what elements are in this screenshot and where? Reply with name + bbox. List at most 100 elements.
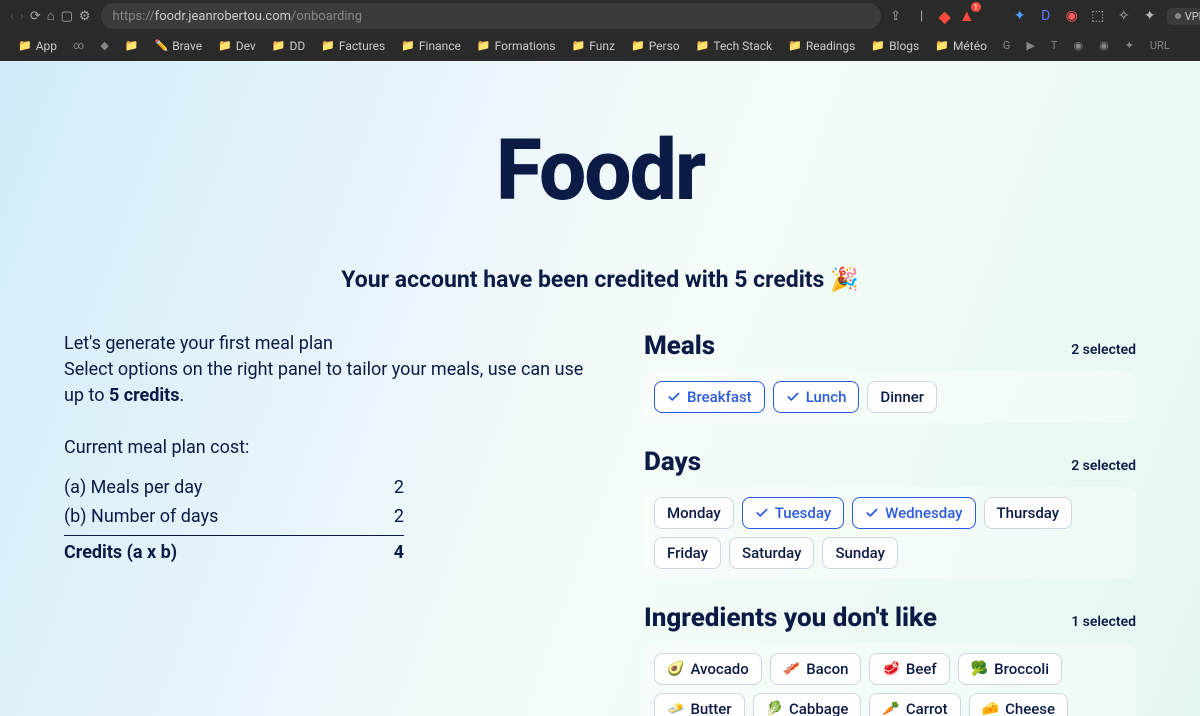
chip-label: Butter (690, 700, 731, 716)
bookmark-icon: 📁 (321, 39, 335, 52)
bookmark-label: Brave (172, 39, 202, 53)
bookmark-item[interactable]: 📁Blogs (865, 37, 925, 55)
bookmark-icon: ◉ (1073, 39, 1083, 52)
extension-icon[interactable]: D (1037, 7, 1055, 25)
chip-cheese[interactable]: 🧀Cheese (969, 693, 1068, 716)
bookmark-label: Readings (806, 39, 856, 53)
app-logo: Foodr (64, 121, 1136, 220)
chip-label: Thursday (997, 504, 1060, 522)
bookmark-icon: 📁 (401, 39, 415, 52)
bookmark-item[interactable]: 📁 Finance (395, 37, 467, 55)
chip-label: Breakfast (687, 388, 752, 406)
chrome-right: ⇪ | ◆ ▲ ✦ D ◉ ⬚ ✧ ✦ VPN Update☰ (887, 5, 1200, 27)
brave-shield-icon[interactable]: ◆ (939, 7, 951, 26)
chip-lunch[interactable]: Lunch (773, 381, 860, 413)
bookmark-item[interactable]: ▶ (1020, 37, 1040, 54)
chip-cabbage[interactable]: 🥬Cabbage (753, 693, 862, 716)
bookmark-item[interactable]: 📁Météo (929, 37, 993, 55)
selection-count: 1 selected (1071, 614, 1136, 630)
check-icon (865, 506, 879, 520)
chip-wednesday[interactable]: Wednesday (852, 497, 975, 529)
ingredient-emoji: 🥩 (882, 661, 899, 677)
extensions-menu-icon[interactable]: ⬚ (1089, 7, 1107, 25)
bookmark-item[interactable]: ◉ (1093, 37, 1115, 54)
site-settings-icon[interactable]: ⚙ (79, 7, 91, 25)
bookmark-item[interactable]: 📁App (12, 37, 63, 55)
extension-icon[interactable]: ◉ (1063, 7, 1081, 25)
bookmark-label: Tech Stack (713, 39, 772, 53)
days-chips: Monday Tuesday Wednesday Thursday Friday Satu… (644, 487, 1136, 579)
chip-label: Avocado (690, 660, 748, 678)
chip-dinner[interactable]: Dinner (867, 381, 937, 413)
chip-label: Cheese (1005, 700, 1055, 716)
chip-sunday[interactable]: Sunday (822, 537, 898, 569)
bookmark-item[interactable]: G (997, 37, 1017, 54)
bookmark-item[interactable]: ∞ (67, 37, 90, 54)
home-icon[interactable]: ⌂ (47, 7, 55, 25)
bookmark-item[interactable]: T (1045, 37, 1064, 54)
bookmark-item[interactable]: 📁Funz (566, 37, 621, 55)
chip-friday[interactable]: Friday (654, 537, 721, 569)
section-title: Days (644, 447, 701, 477)
chip-broccoli[interactable]: 🥦Broccoli (958, 653, 1062, 685)
bookmark-icon: ▶ (1026, 39, 1034, 52)
share-icon[interactable]: ⇪ (887, 7, 905, 25)
forward-icon[interactable]: › (20, 7, 24, 25)
check-icon (755, 506, 769, 520)
chip-breakfast[interactable]: Breakfast (654, 381, 765, 413)
address-bar[interactable]: https://foodr.jeanrobertou.com/onboardin… (101, 3, 881, 29)
days-section: Days 2 selected MondayTuesdayWednesdayTh… (644, 447, 1136, 579)
bookmark-label: Funz (589, 39, 615, 53)
section-title: Meals (644, 331, 715, 361)
back-icon[interactable]: ‹ (10, 7, 14, 25)
bookmark-item[interactable]: ✏️Brave (149, 37, 209, 55)
bookmark-icon: ✦ (1125, 39, 1134, 52)
bookmark-item[interactable]: 📁Dev (212, 37, 262, 55)
chip-avocado[interactable]: 🥑Avocado (654, 653, 762, 685)
ingredient-emoji: 🧈 (667, 701, 684, 716)
chip-tuesday[interactable]: Tuesday (742, 497, 844, 529)
extension-icon[interactable]: ✦ (1011, 7, 1029, 25)
bookmark-icon[interactable]: ▢ (61, 7, 73, 25)
chip-monday[interactable]: Monday (654, 497, 734, 529)
bookmark-item[interactable]: 📁Formations (471, 37, 562, 55)
bookmark-icon: ◆ (100, 39, 108, 52)
bookmark-icon: 📁 (572, 39, 586, 52)
bookmark-item[interactable]: 📁Readings (782, 37, 861, 55)
chip-thursday[interactable]: Thursday (984, 497, 1073, 529)
bookmark-item[interactable]: 📁Factures (315, 37, 391, 55)
cost-row: (b) Number of days2 (64, 502, 404, 531)
chip-butter[interactable]: 🧈 Butter (654, 693, 745, 716)
vpn-chip[interactable]: VPN (1167, 8, 1200, 25)
chip-label: Cabbage (789, 700, 848, 716)
bookmark-item[interactable]: 📁 (119, 37, 145, 54)
bookmark-icon: 📁 (871, 39, 885, 52)
bookmark-label: Finance (419, 39, 461, 53)
chip-label: Bacon (806, 660, 848, 678)
chip-label: Carrot (906, 700, 948, 716)
chip-saturday[interactable]: Saturday (729, 537, 814, 569)
chip-bacon[interactable]: 🥓Bacon (770, 653, 862, 685)
chip-label: Sunday (835, 544, 885, 562)
bookmark-item[interactable]: 📁DD (266, 37, 311, 55)
bookmark-icon: G (1003, 39, 1011, 52)
extension-icon[interactable]: ✧ (1115, 7, 1133, 25)
bookmark-item[interactable]: URL (1144, 37, 1176, 54)
bookmark-item[interactable]: 📁Tech Stack (690, 37, 778, 55)
section-title: Ingredients you don't like (644, 603, 937, 633)
bookmark-icon: 📁 (218, 39, 232, 52)
reload-icon[interactable]: ⟳ (30, 7, 41, 25)
bookmark-item[interactable]: ◉ (1067, 37, 1089, 54)
chip-carrot[interactable]: 🥕Carrot (869, 693, 960, 716)
chip-label: Friday (667, 544, 708, 562)
chip-label: Tuesday (775, 504, 831, 522)
bookmark-label: Formations (495, 39, 556, 53)
bookmark-item[interactable]: 📁Perso (625, 37, 686, 55)
browser-chrome: ‹ › ⟳ ⌂ ▢ ⚙ https://foodr.jeanrobertou.c… (0, 0, 1200, 61)
bookmark-item[interactable]: ◆ (94, 37, 114, 54)
extension-icon[interactable]: ✦ (1141, 7, 1159, 25)
meals-chips: Breakfast LunchDinner (644, 371, 1136, 423)
brave-rewards-icon[interactable]: ▲ (959, 6, 975, 26)
chip-beef[interactable]: 🥩Beef (869, 653, 949, 685)
bookmark-item[interactable]: ✦ (1119, 37, 1140, 54)
